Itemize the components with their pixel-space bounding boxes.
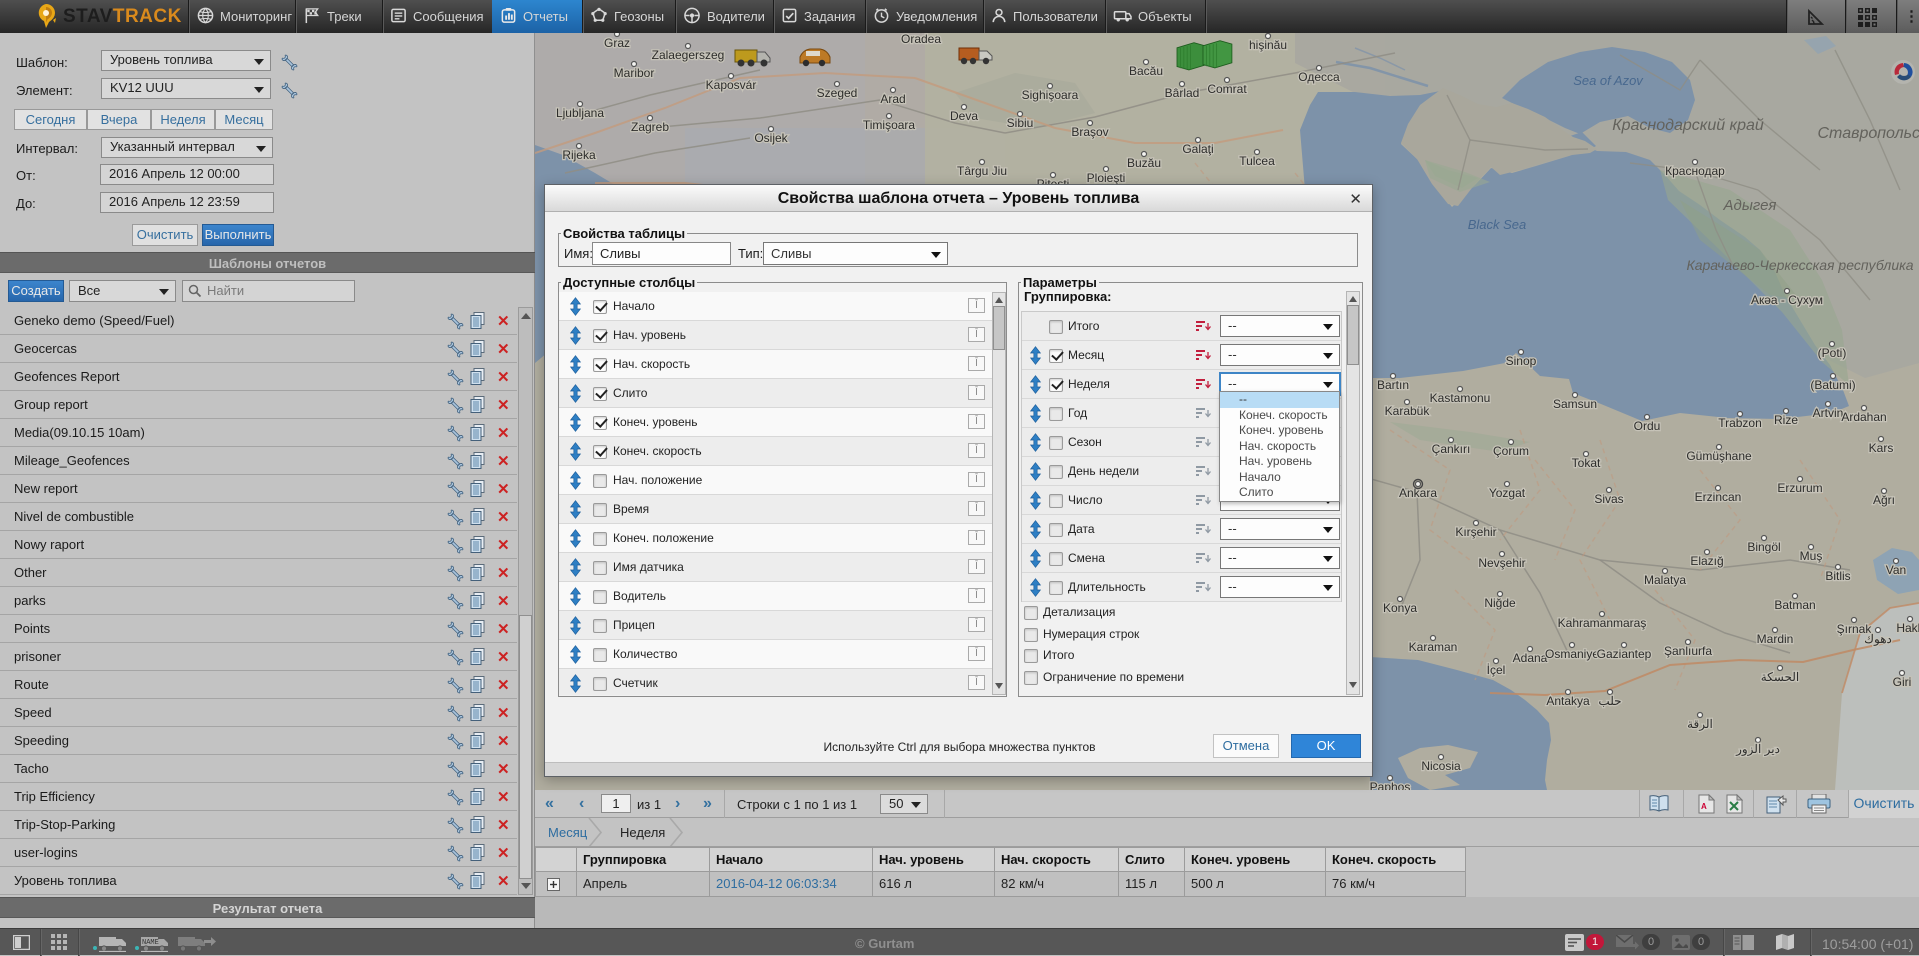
svg-text:Краснодарский край: Краснодарский край (1612, 117, 1764, 134)
svg-text:Osijek: Osijek (754, 131, 788, 145)
svg-text:(Poti): (Poti) (1818, 346, 1847, 360)
svg-text:Samsun: Samsun (1553, 397, 1597, 411)
svg-text:Giri: Giri (1893, 675, 1912, 689)
svg-text:Bârlad: Bârlad (1165, 86, 1200, 100)
svg-text:Comrat: Comrat (1207, 82, 1247, 96)
svg-text:NAME: NAME (142, 939, 159, 947)
svg-text:Timişoara: Timişoara (863, 118, 916, 132)
svg-text:Ardahan: Ardahan (1841, 410, 1886, 424)
svg-text:Batman: Batman (1774, 598, 1815, 612)
svg-text:Osmaniye: Osmaniye (1545, 647, 1599, 661)
svg-text:Ağrı: Ağrı (1873, 493, 1895, 507)
svg-text:Antakya: Antakya (1546, 694, 1590, 708)
svg-text:Tokat: Tokat (1572, 456, 1601, 470)
svg-text:دير الزور: دير الزور (1735, 742, 1780, 756)
svg-text:Buzău: Buzău (1127, 156, 1161, 170)
svg-text:Ljubljana: Ljubljana (556, 106, 604, 120)
svg-text:Kaposvár: Kaposvár (706, 78, 757, 92)
svg-text:Trabzon: Trabzon (1718, 416, 1762, 430)
svg-text:A: A (1701, 802, 1707, 811)
svg-text:Karaman: Karaman (1409, 640, 1458, 654)
svg-text:Bitlis: Bitlis (1825, 569, 1850, 583)
svg-text:Sinop: Sinop (1506, 354, 1537, 368)
svg-text:Erzincan: Erzincan (1695, 490, 1742, 504)
svg-text:Одесса: Одесса (1298, 70, 1340, 84)
svg-text:دهوك: دهوك (1864, 632, 1892, 646)
svg-text:Graz: Graz (604, 36, 630, 50)
svg-text:Galaţi: Galaţi (1182, 142, 1213, 156)
svg-text:Paphos: Paphos (1370, 780, 1411, 790)
svg-text:Oradea: Oradea (901, 33, 941, 46)
svg-text:Nevşehir: Nevşehir (1478, 556, 1525, 570)
svg-text:Gümüşhane: Gümüşhane (1686, 449, 1752, 463)
svg-text:Ставропольски: Ставропольски (1818, 125, 1919, 142)
svg-text:Sivas: Sivas (1594, 492, 1623, 506)
svg-text:Bingöl: Bingöl (1747, 540, 1780, 554)
svg-text:Yozgat: Yozgat (1489, 486, 1526, 500)
svg-text:(Batumi): (Batumi) (1810, 378, 1855, 392)
svg-text:Rize: Rize (1774, 413, 1798, 427)
svg-text:Black Sea: Black Sea (1468, 217, 1527, 232)
svg-text:Konya: Konya (1383, 601, 1417, 615)
svg-text:Zagreb: Zagreb (631, 120, 669, 134)
svg-text:الرقة: الرقة (1687, 717, 1713, 731)
svg-text:Elazığ: Elazığ (1690, 554, 1723, 568)
svg-text:Arad: Arad (880, 92, 905, 106)
svg-text:Braşov: Braşov (1071, 125, 1108, 139)
svg-text:Çorum: Çorum (1493, 444, 1529, 458)
svg-text:Karabük: Karabük (1385, 404, 1431, 418)
svg-text:Muş: Muş (1800, 549, 1823, 563)
svg-text:Erzurum: Erzurum (1777, 481, 1822, 495)
svg-text:Kırşehir: Kırşehir (1455, 525, 1496, 539)
svg-text:Ordu: Ordu (1634, 419, 1661, 433)
svg-text:Mardin: Mardin (1757, 632, 1794, 646)
svg-text:Акəа - Сухум: Акəа - Сухум (1751, 293, 1823, 307)
svg-text:Niğde: Niğde (1484, 596, 1516, 610)
svg-text:Адыгея: Адыгея (1723, 197, 1777, 214)
svg-text:Tulcea: Tulcea (1239, 154, 1275, 168)
svg-text:Kahramanmaraş: Kahramanmaraş (1558, 616, 1647, 630)
svg-text:İçel: İçel (1487, 663, 1506, 677)
svg-text:Adana: Adana (1513, 651, 1548, 665)
svg-text:Kars: Kars (1869, 441, 1894, 455)
svg-text:Deva: Deva (950, 109, 978, 123)
svg-text:Van: Van (1886, 563, 1906, 577)
svg-text:Şanlıurfa: Şanlıurfa (1664, 644, 1712, 658)
svg-text:Malatya: Malatya (1644, 573, 1686, 587)
svg-text:Rijeka: Rijeka (562, 148, 596, 162)
svg-text:Nicosia: Nicosia (1421, 759, 1461, 773)
svg-text:Ploieşti: Ploieşti (1087, 171, 1126, 185)
svg-text:Artvin: Artvin (1813, 406, 1844, 420)
svg-text:Çankırı: Çankırı (1432, 442, 1471, 456)
svg-text:Maribor: Maribor (614, 66, 655, 80)
svg-text:hişinău: hişinău (1249, 38, 1287, 52)
svg-text:Gaziantep: Gaziantep (1597, 647, 1652, 661)
svg-text:Szeged: Szeged (817, 86, 858, 100)
svg-text:Sighişoara: Sighişoara (1022, 88, 1079, 102)
svg-text:Карачаево-Черкесская республик: Карачаево-Черкесская республика (1686, 257, 1913, 273)
svg-text:حلب: حلب (1598, 694, 1621, 708)
svg-text:Hakk: Hakk (1896, 621, 1919, 635)
svg-text:Sea of Azov: Sea of Azov (1573, 73, 1644, 88)
svg-text:الحسكة: الحسكة (1761, 670, 1800, 684)
svg-text:Краснодар: Краснодар (1665, 164, 1725, 178)
svg-text:Zalaegerszeg: Zalaegerszeg (652, 48, 725, 62)
svg-text:Kastamonu: Kastamonu (1430, 391, 1491, 405)
svg-text:Bacău: Bacău (1129, 64, 1163, 78)
svg-text:Târgu Jiu: Târgu Jiu (957, 164, 1007, 178)
svg-text:Sibiu: Sibiu (1007, 116, 1034, 130)
svg-text:Bartın: Bartın (1377, 378, 1409, 392)
